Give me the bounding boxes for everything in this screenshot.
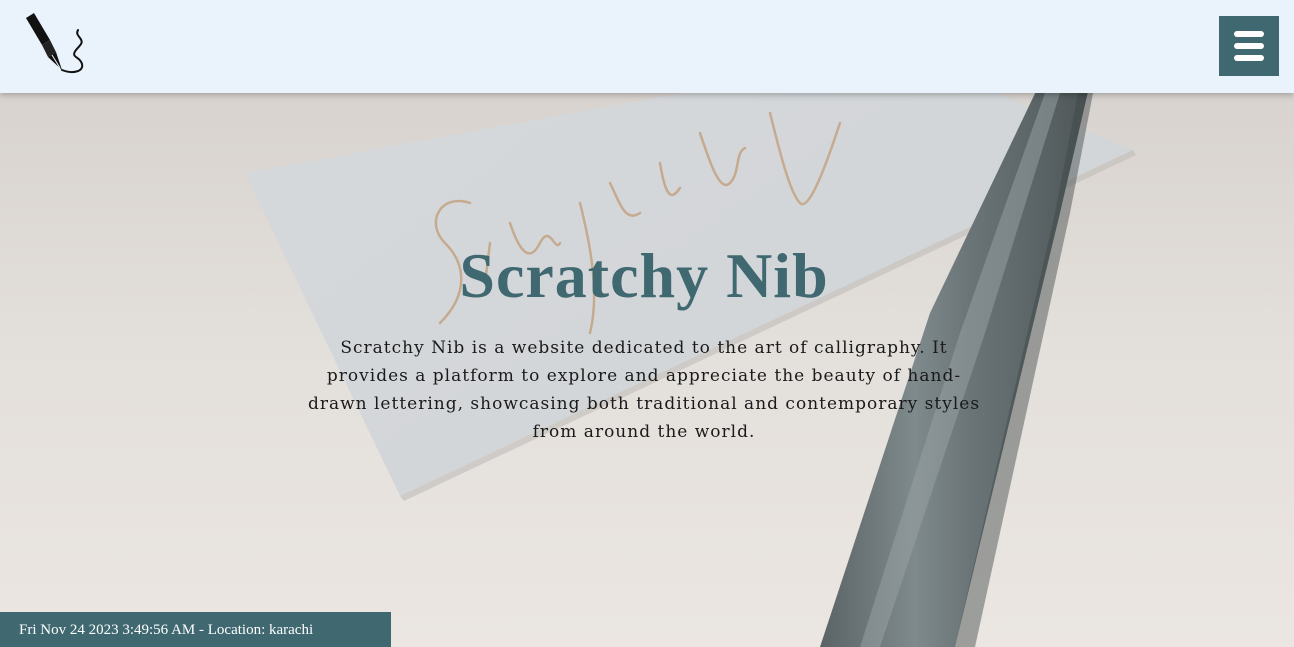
hamburger-menu-icon xyxy=(1234,31,1264,37)
hero-section: Scratchy Nib Scratchy Nib is a website d… xyxy=(0,93,1294,647)
fountain-pen-nib-icon xyxy=(26,13,84,73)
site-description: Scratchy Nib is a website dedicated to t… xyxy=(307,338,981,442)
date-location-status: Fri Nov 24 2023 3:49:56 AM - Location: k… xyxy=(0,612,391,647)
site-title: Scratchy Nib xyxy=(459,240,829,311)
hero-content: Scratchy Nib Scratchy Nib is a website d… xyxy=(300,238,988,446)
hamburger-menu-icon-bar xyxy=(1234,55,1264,61)
page: Scratchy Nib Scratchy Nib is a website d… xyxy=(0,0,1294,647)
header xyxy=(0,0,1294,93)
hamburger-menu-icon-bar xyxy=(1234,43,1264,49)
logo[interactable] xyxy=(20,10,90,80)
menu-button[interactable] xyxy=(1219,16,1279,76)
